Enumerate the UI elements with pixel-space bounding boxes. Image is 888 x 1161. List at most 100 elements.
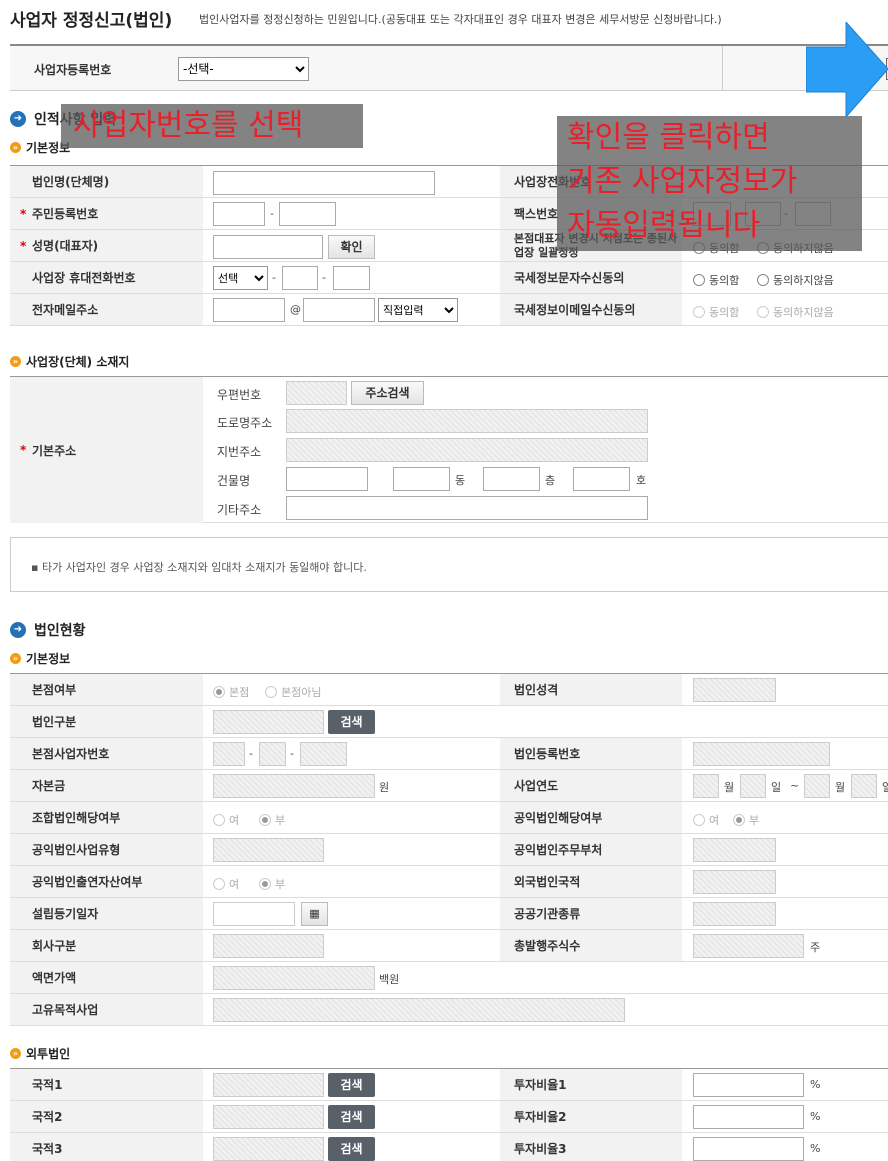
field-label: * 주민등록번호 [10,198,203,229]
road-address-label: 도로명주소 [217,416,273,430]
public-ministry-input[interactable] [693,838,776,862]
nationality-input[interactable] [213,1137,324,1161]
foreign-corp-table: 국적1 검색 투자비율1 % 국적2 검색 투자비율2 % 국적3 검색 투자비… [10,1068,888,1161]
field-label: 전자메일주소 [10,294,203,325]
invest-ratio-input[interactable] [693,1105,804,1129]
email-domain-input[interactable] [303,298,375,322]
zip-input[interactable] [286,381,347,405]
head-biz-no-second[interactable] [259,742,286,766]
rep-name-input[interactable] [213,235,323,259]
confirm-hint-annotation: 확인을 클릭하면 기존 사업자정보가 자동입력됩니다 [557,116,862,251]
mobile-prefix-select[interactable]: 선택 [213,266,268,290]
corp-reg-no-input[interactable] [693,742,830,766]
subsection-foreign-corp: » 외투법인 [10,1045,70,1062]
head-office-no-radio[interactable]: 본점아님 [265,684,321,700]
etc-address-input[interactable] [286,496,648,520]
nationality-search-button[interactable]: 검색 [328,1105,375,1129]
total-shares-input[interactable] [693,934,804,958]
nationality-input[interactable] [213,1073,324,1097]
field-label: 투자비율3 [500,1133,682,1161]
sms-disagree-radio[interactable]: 동의하지않음 [757,272,834,288]
dong-input[interactable] [393,467,450,491]
invest-yes-radio[interactable]: 여 [213,876,239,892]
public-yes-radio[interactable]: 여 [693,812,719,828]
sms-agree-radio[interactable]: 동의함 [693,272,739,288]
field-label: 투자비율1 [500,1069,682,1100]
business-number-selector: 사업자등록번호 -선택- [10,44,888,91]
building-input[interactable] [286,467,368,491]
bullet-icon: » [10,142,21,153]
head-office-yes-radio[interactable]: 본점 [213,684,249,700]
resident-no-second-input[interactable] [279,202,336,226]
face-value-input[interactable] [213,966,375,990]
nationality-search-button[interactable]: 검색 [328,1137,375,1161]
capital-input[interactable] [213,774,375,798]
company-div-input[interactable] [213,934,324,958]
ho-input[interactable] [573,467,630,491]
field-label: 국적2 [10,1101,203,1132]
table-row: 국적1 검색 투자비율1 % [10,1069,888,1101]
union-yes-radio[interactable]: 여 [213,812,239,828]
year-start-day[interactable] [740,774,766,798]
corp-name-input[interactable] [213,171,435,195]
corp-type-search-button[interactable]: 검색 [328,710,375,734]
field-label: 회사구분 [10,930,203,961]
email-agree-radio[interactable]: 동의함 [693,304,739,320]
percent-unit: % [810,1110,821,1123]
field-label: 공익법인출연자산여부 [10,866,203,897]
table-row: 설립등기일자 ▦ 공공기관종류 [10,898,888,930]
mobile-middle-input[interactable] [282,266,318,290]
address-table: * 기본주소 우편번호 주소검색 도로명주소 지번주소 건물명 동 층 호 기타주… [10,376,888,523]
head-biz-no-first[interactable] [213,742,245,766]
field-label: 법인등록번호 [500,738,682,769]
nationality-input[interactable] [213,1105,324,1129]
year-start-month[interactable] [693,774,719,798]
field-label: 국세정보이메일수신동의 [500,294,682,325]
field-label: 법인구분 [10,706,203,737]
invest-ratio-input[interactable] [693,1137,804,1161]
table-row: 본점여부 본점 본점아님 법인성격 [10,674,888,706]
page-description: 법인사업자를 정정신청하는 민원입니다.(공동대표 또는 각자대표인 경우 대표… [199,13,722,26]
foreign-nat-input[interactable] [693,870,776,894]
nationality-search-button[interactable]: 검색 [328,1073,375,1097]
subsection-basic-info-2: » 기본정보 [10,650,70,667]
year-end-month[interactable] [804,774,830,798]
email-disagree-radio[interactable]: 동의하지않음 [757,304,834,320]
business-number-select[interactable]: -선택- [178,57,309,81]
at-sign: @ [290,303,301,316]
floor-unit: 층 [545,474,556,487]
field-label: 사업장 휴대전화번호 [10,262,203,293]
table-row: 조합법인해당여부 여 부 공익법인해당여부 여 부 [10,802,888,834]
public-type-input[interactable] [213,838,324,862]
rep-confirm-button[interactable]: 확인 [328,235,375,259]
invest-no-radio[interactable]: 부 [259,876,285,892]
road-address-input[interactable] [286,409,648,433]
est-date-input[interactable] [213,902,295,926]
mobile-last-input[interactable] [333,266,370,290]
corp-status-table: 본점여부 본점 본점아님 법인성격 법인구분 검색 본점사업자번호 - - 법인… [10,673,888,1026]
public-no-radio[interactable]: 부 [733,812,759,828]
lot-address-input[interactable] [286,438,648,462]
address-search-button[interactable]: 주소검색 [351,381,424,405]
calendar-icon[interactable]: ▦ [301,902,328,926]
public-agency-input[interactable] [693,902,776,926]
invest-ratio-input[interactable] [693,1073,804,1097]
year-end-day[interactable] [851,774,877,798]
union-no-radio[interactable]: 부 [259,812,285,828]
email-id-input[interactable] [213,298,285,322]
email-domain-select[interactable]: 직접입력 [378,298,458,322]
unique-biz-input[interactable] [213,998,625,1022]
resident-no-first-input[interactable] [213,202,265,226]
section-corp-status: ➜ 법인현황 [10,620,86,640]
field-label: 고유목적사업 [10,994,203,1025]
field-label: 투자비율2 [500,1101,682,1132]
floor-input[interactable] [483,467,540,491]
table-row: 회사구분 총발행주식수 주 [10,930,888,962]
won-unit: 원 [379,781,390,794]
ho-unit: 호 [636,474,647,487]
corp-nature-input[interactable] [693,678,776,702]
corp-type-input[interactable] [213,710,324,734]
lot-address-label: 지번주소 [217,445,262,459]
head-biz-no-third[interactable] [300,742,347,766]
table-row: 국적3 검색 투자비율3 % [10,1133,888,1161]
